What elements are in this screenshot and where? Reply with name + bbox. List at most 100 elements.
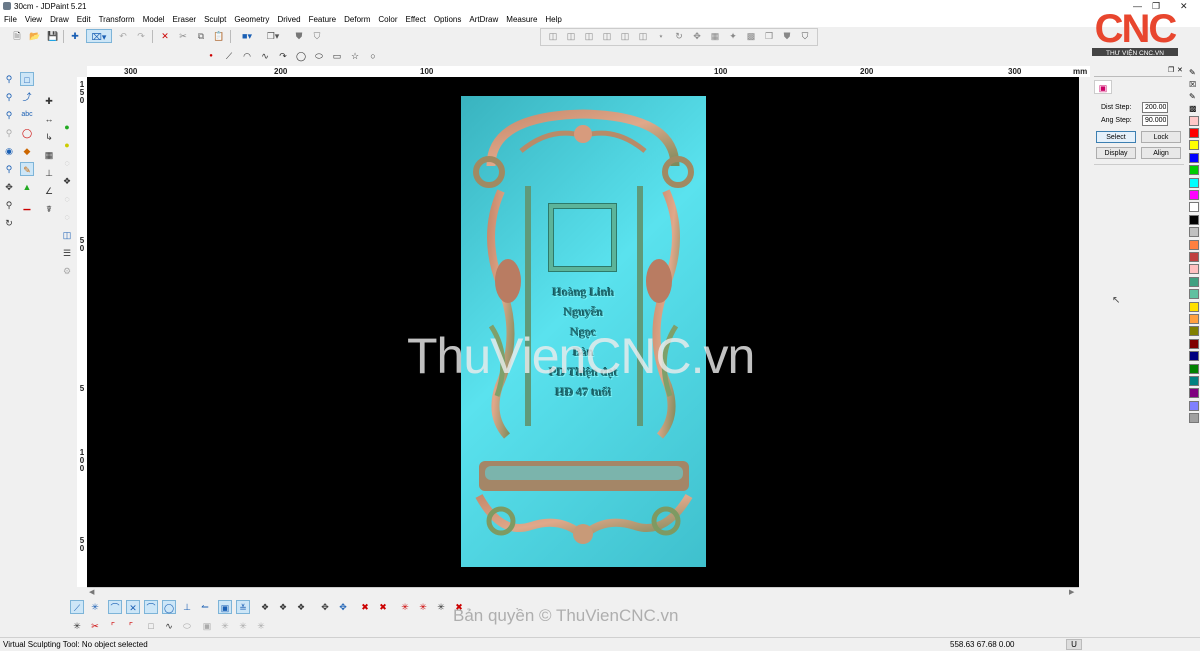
- curve-tool-icon[interactable]: ⟋: [70, 600, 84, 614]
- menu-artdraw[interactable]: ArtDraw: [465, 13, 502, 27]
- spline-icon[interactable]: ∿: [258, 49, 272, 63]
- node-icon[interactable]: ✳: [434, 600, 448, 614]
- color-swatch[interactable]: [1189, 326, 1199, 337]
- raise-icon[interactable]: ❖: [60, 174, 74, 188]
- measure-icon[interactable]: ▁: [20, 198, 34, 212]
- ang-step-input[interactable]: [1142, 115, 1168, 126]
- eyedropper-icon[interactable]: ✎: [1189, 92, 1196, 101]
- diamond-2-icon[interactable]: ❖: [276, 600, 290, 614]
- cluster-icon[interactable]: ✳: [398, 600, 412, 614]
- menu-effect[interactable]: Effect: [402, 13, 430, 27]
- fill-icon[interactable]: ◆: [20, 144, 34, 158]
- eye-icon[interactable]: ◉: [2, 144, 16, 158]
- color-swatch[interactable]: [1189, 314, 1199, 324]
- menu-file[interactable]: File: [0, 13, 21, 27]
- cross-tool-icon[interactable]: ✕: [126, 600, 140, 614]
- view-top-icon[interactable]: ◫: [546, 29, 560, 43]
- tree-icon[interactable]: ●: [60, 120, 74, 134]
- copy-icon[interactable]: ⧉: [194, 29, 208, 43]
- color-swatch[interactable]: [1189, 363, 1199, 374]
- zoom-out-icon[interactable]: ⚲: [2, 108, 16, 122]
- menu-edit[interactable]: Edit: [73, 13, 95, 27]
- line-icon[interactable]: ⟋: [222, 49, 236, 63]
- arc-tool-icon[interactable]: ⌒: [144, 600, 158, 614]
- box-icon[interactable]: ▣: [200, 619, 214, 633]
- color-swatch[interactable]: [1189, 413, 1199, 424]
- pan-icon[interactable]: ✥: [690, 29, 704, 43]
- sculpt-tool-icon[interactable]: ✎: [20, 162, 34, 176]
- pattern-icon[interactable]: ▩: [1189, 104, 1197, 113]
- color-swatch[interactable]: [1189, 227, 1199, 238]
- corner-cut-icon[interactable]: ⌜: [106, 619, 120, 633]
- bars-icon[interactable]: ☰: [60, 246, 74, 260]
- scroll-left-icon[interactable]: ◀: [89, 588, 94, 596]
- menu-sculpt[interactable]: Sculpt: [200, 13, 230, 27]
- panel-tab-icon[interactable]: ▣: [1094, 80, 1112, 94]
- bulb-icon[interactable]: ●: [60, 138, 74, 152]
- ellipse-icon[interactable]: ⬭: [312, 49, 326, 63]
- shade-mode-icon[interactable]: ■▾: [236, 29, 258, 43]
- scroll-right-icon[interactable]: ▶: [1069, 588, 1074, 596]
- color-swatch[interactable]: [1189, 338, 1199, 349]
- menu-view[interactable]: View: [21, 13, 46, 27]
- color-swatch[interactable]: [1189, 116, 1199, 126]
- undo-icon[interactable]: ↶: [116, 29, 130, 43]
- refresh-icon[interactable]: ↻: [2, 216, 16, 230]
- shield-icon[interactable]: ⛊: [292, 29, 306, 43]
- paste-icon[interactable]: 📋: [212, 29, 226, 43]
- terrain-icon[interactable]: ▲: [20, 180, 34, 194]
- color-swatch[interactable]: [1189, 177, 1199, 188]
- bezier-icon[interactable]: ↷: [276, 49, 290, 63]
- star-icon[interactable]: ☆: [348, 49, 362, 63]
- menu-options[interactable]: Options: [430, 13, 466, 27]
- menu-feature[interactable]: Feature: [305, 13, 341, 27]
- display-button[interactable]: Display: [1096, 147, 1136, 159]
- multi-icon[interactable]: ✳: [218, 619, 232, 633]
- axis-icon[interactable]: ✥: [318, 600, 332, 614]
- menu-help[interactable]: Help: [541, 13, 565, 27]
- crop-icon[interactable]: ▦: [42, 148, 56, 162]
- color-swatch[interactable]: [1189, 400, 1199, 411]
- color-swatch[interactable]: [1189, 351, 1199, 362]
- smudge-icon[interactable]: ◌: [60, 210, 74, 224]
- frame-icon[interactable]: □: [144, 619, 158, 633]
- marker-2-icon[interactable]: ✖: [376, 600, 390, 614]
- axis-2-icon[interactable]: ✥: [336, 600, 350, 614]
- no-color-icon[interactable]: ☒: [1189, 80, 1196, 89]
- panel-close-icon[interactable]: ✕: [1177, 66, 1183, 74]
- view-right-icon[interactable]: ◫: [618, 29, 632, 43]
- menu-color[interactable]: Color: [374, 13, 401, 27]
- blend-icon[interactable]: ◌: [60, 192, 74, 206]
- find-icon[interactable]: ⚲: [2, 162, 16, 176]
- angle-icon[interactable]: ∠: [42, 184, 56, 198]
- color-swatch[interactable]: [1189, 190, 1199, 200]
- view-left-icon[interactable]: ◫: [582, 29, 596, 43]
- color-swatch[interactable]: [1189, 239, 1199, 250]
- layers-icon[interactable]: ❒: [762, 29, 776, 43]
- color-swatch[interactable]: [1189, 140, 1199, 151]
- viewport-canvas[interactable]: Hoàng Linh Nguyễn Ngọc Bàn PD Thiện đạt …: [87, 77, 1079, 587]
- menu-measure[interactable]: Measure: [502, 13, 541, 27]
- pick-icon[interactable]: ✚: [68, 29, 82, 43]
- zoom-select-icon[interactable]: ⚲: [2, 72, 16, 86]
- color-swatch[interactable]: [1189, 214, 1199, 225]
- shield-view-icon[interactable]: ⛊: [780, 29, 794, 43]
- branch-tool-icon[interactable]: ✳: [88, 600, 102, 614]
- color-swatch[interactable]: [1189, 202, 1199, 213]
- menu-draw[interactable]: Draw: [46, 13, 73, 27]
- shield-view-solid-icon[interactable]: ⛉: [798, 29, 812, 43]
- color-swatch[interactable]: [1189, 152, 1199, 163]
- move-icon[interactable]: ✥: [2, 180, 16, 194]
- zoom-prev-icon[interactable]: ⚲: [2, 126, 16, 140]
- smooth-icon[interactable]: ◌: [60, 156, 74, 170]
- cut-icon[interactable]: ✂: [176, 29, 190, 43]
- color-swatch[interactable]: [1189, 388, 1199, 399]
- circle-icon[interactable]: ◯: [294, 49, 308, 63]
- panel-restore-icon[interactable]: ❐: [1168, 66, 1174, 74]
- color-swatch[interactable]: [1189, 289, 1199, 300]
- align-button[interactable]: Align: [1141, 147, 1181, 159]
- circle-tool-icon[interactable]: ◯: [162, 600, 176, 614]
- rectangle-icon[interactable]: ▭: [330, 49, 344, 63]
- transform-icon[interactable]: ⤴: [20, 90, 34, 104]
- view-back-icon[interactable]: ◫: [636, 29, 650, 43]
